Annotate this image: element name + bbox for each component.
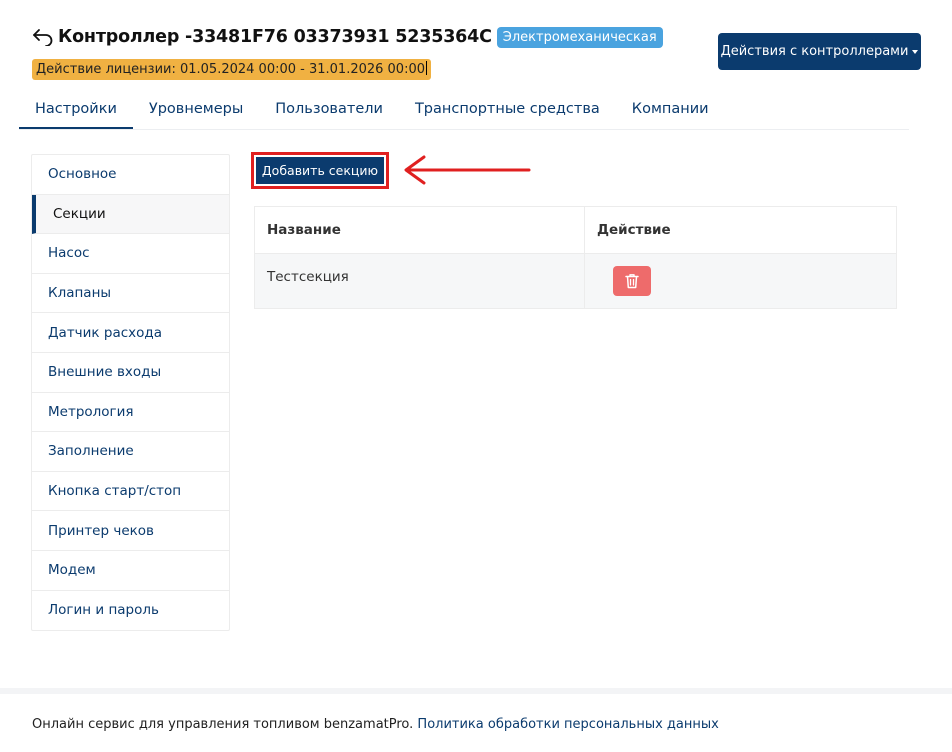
table-header: Название Действие bbox=[255, 207, 896, 254]
privacy-policy-link[interactable]: Политика обработки персональных данных bbox=[417, 717, 718, 732]
column-header-name: Название bbox=[255, 207, 585, 253]
table-row: Тестсекция bbox=[255, 254, 896, 308]
footer: Онлайн сервис для управления топливом be… bbox=[32, 717, 719, 732]
delete-section-button[interactable] bbox=[613, 266, 651, 296]
controller-actions-dropdown[interactable]: Действия с контроллерами bbox=[718, 33, 921, 70]
controller-actions-label: Действия с контроллерами bbox=[720, 44, 909, 59]
text-cursor bbox=[426, 61, 428, 75]
tab-vehicles[interactable]: Транспортные средства bbox=[399, 90, 616, 128]
sidebar-item-valves[interactable]: Клапаны bbox=[32, 274, 229, 314]
sidebar-item-login-password[interactable]: Логин и пароль bbox=[32, 591, 229, 631]
pointer-arrow-icon bbox=[404, 155, 531, 185]
back-arrow-icon[interactable] bbox=[32, 26, 56, 48]
main-tabs: Настройки Уровнемеры Пользователи Трансп… bbox=[19, 90, 909, 130]
section-name-cell: Тестсекция bbox=[255, 254, 585, 308]
tab-level-gauges[interactable]: Уровнемеры bbox=[133, 90, 259, 128]
sidebar-item-start-stop-button[interactable]: Кнопка старт/стоп bbox=[32, 472, 229, 512]
tab-settings[interactable]: Настройки bbox=[19, 90, 133, 129]
sidebar-item-metrology[interactable]: Метрология bbox=[32, 393, 229, 433]
sidebar-item-general[interactable]: Основное bbox=[32, 155, 229, 195]
add-section-button[interactable]: Добавить секцию bbox=[256, 157, 384, 184]
footer-text: Онлайн сервис для управления топливом be… bbox=[32, 717, 414, 732]
controller-type-badge: Электромеханическая bbox=[496, 26, 663, 48]
chevron-down-icon bbox=[912, 49, 919, 54]
sidebar-item-receipt-printer[interactable]: Принтер чеков bbox=[32, 511, 229, 551]
sidebar-item-flow-sensor[interactable]: Датчик расхода bbox=[32, 313, 229, 353]
sections-table: Название Действие Тестсекция bbox=[254, 206, 897, 309]
sidebar-item-filling[interactable]: Заполнение bbox=[32, 432, 229, 472]
tab-companies[interactable]: Компании bbox=[616, 90, 725, 128]
license-badge: Действие лицензии: 01.05.2024 00:00 - 31… bbox=[32, 59, 432, 80]
sidebar-item-sections[interactable]: Секции bbox=[32, 194, 229, 235]
sidebar-item-external-inputs[interactable]: Внешние входы bbox=[32, 353, 229, 393]
sidebar-item-modem[interactable]: Модем bbox=[32, 551, 229, 591]
license-text: Действие лицензии: 01.05.2024 00:00 - 31… bbox=[36, 62, 426, 77]
column-header-action: Действие bbox=[597, 222, 671, 238]
settings-sidebar: Основное Секции Насос Клапаны Датчик рас… bbox=[31, 154, 230, 632]
trash-icon bbox=[625, 274, 639, 289]
page-title: Контроллер -33481F76 03373931 5235364C bbox=[58, 27, 492, 47]
footer-divider bbox=[0, 688, 952, 694]
tab-users[interactable]: Пользователи bbox=[259, 90, 399, 128]
sidebar-item-pump[interactable]: Насос bbox=[32, 234, 229, 274]
